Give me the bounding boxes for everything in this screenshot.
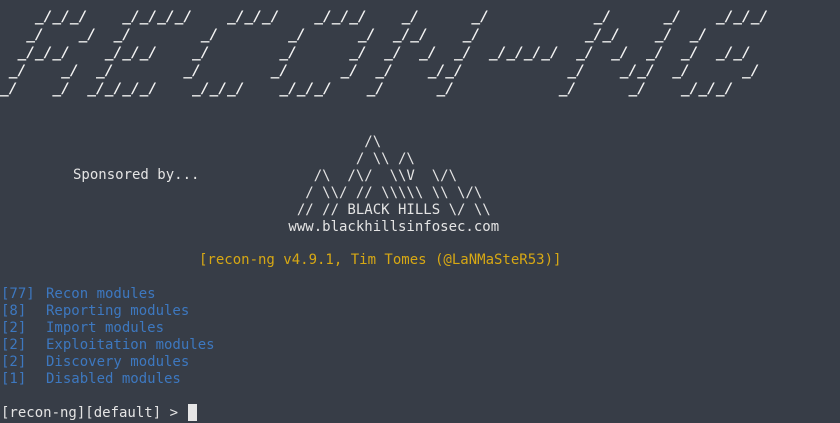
module-label: Recon modules: [46, 286, 156, 302]
logo-line: _/ _/ _/ _/ _/ _/ _/_/ _/ _/_/ _/ _/: [0, 27, 708, 43]
black-hills-ascii-art: /\ / \\ /\ /\ /\/ \\V \/\ / \\/ // \\\\\…: [280, 134, 499, 236]
art-line: /\: [280, 134, 382, 150]
module-label: Reporting modules: [46, 303, 190, 319]
module-count: [77]: [1, 286, 35, 302]
logo-line: _/ _/ _/_/_/_/ _/_/_/ _/_/_/ _/ _/ _/ _/…: [0, 81, 734, 97]
module-count-reporting: [8] Reporting modules: [1, 303, 215, 320]
module-count-exploitation: [2] Exploitation modules: [1, 337, 215, 354]
module-count-import: [2] Import modules: [1, 320, 215, 337]
art-line: / \\/ // \\\\\ \\ \/\: [280, 185, 483, 201]
module-label: Import modules: [46, 320, 165, 336]
art-line: /\ /\/ \\V \/\: [280, 168, 458, 184]
logo-line: _/ _/ _/ _/ _/ _/ _/ _/_/ _/ _/_/ _/ _/: [0, 63, 760, 79]
module-label: Disabled modules: [46, 371, 181, 387]
recon-ng-ascii-logo: _/_/_/ _/_/_/_/ _/_/_/ _/_/_/ _/ _/ _/ _…: [0, 8, 768, 98]
logo-line: _/_/_/ _/_/_/ _/ _/ _/ _/ _/ _/ _/_/_/_/…: [0, 45, 751, 61]
art-line: / \\ /\: [280, 151, 415, 167]
text-cursor[interactable]: [188, 404, 198, 421]
version-line: [recon-ng v4.9.1, Tim Tomes (@LaNMaSteR5…: [199, 252, 562, 268]
module-label: Exploitation modules: [46, 337, 215, 353]
module-count: [2]: [1, 354, 27, 370]
sponsor-url: www.blackhillsinfosec.com: [280, 219, 500, 235]
module-count: [2]: [1, 320, 27, 336]
module-count: [1]: [1, 371, 27, 387]
module-count-recon: [77] Recon modules: [1, 286, 215, 303]
logo-line: _/_/_/ _/_/_/_/ _/_/_/ _/_/_/ _/ _/ _/ _…: [0, 9, 769, 25]
command-prompt[interactable]: [recon-ng][default] >: [1, 404, 198, 421]
module-label: Discovery modules: [46, 354, 190, 370]
module-count: [2]: [1, 337, 27, 353]
terminal-window[interactable]: _/_/_/ _/_/_/_/ _/_/_/ _/_/_/ _/ _/ _/ _…: [0, 0, 840, 423]
module-count: [8]: [1, 303, 27, 319]
sponsored-by-label: Sponsored by...: [73, 167, 200, 183]
art-line: // // BLACK HILLS \/ \\: [280, 202, 491, 218]
prompt-text: [recon-ng][default] >: [1, 404, 187, 421]
module-count-disabled: [1] Disabled modules: [1, 371, 215, 388]
module-count-discovery: [2] Discovery modules: [1, 354, 215, 371]
module-summary-list: [77] Recon modules [8] Reporting modules […: [1, 286, 215, 388]
